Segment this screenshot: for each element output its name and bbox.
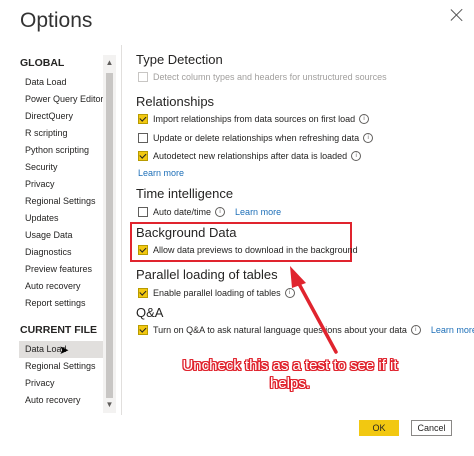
annotation-text: Uncheck this as a test to see if it help… [182, 357, 398, 392]
ok-button[interactable]: OK [359, 420, 399, 436]
cancel-button[interactable]: Cancel [411, 420, 452, 436]
